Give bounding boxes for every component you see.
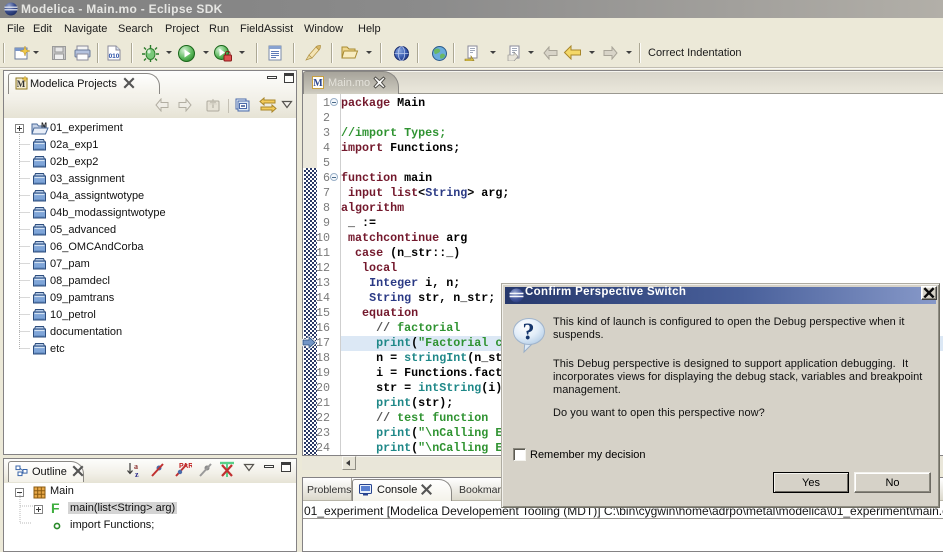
- svg-text:z: z: [135, 470, 139, 478]
- svg-text:M: M: [41, 123, 47, 130]
- svg-text:?: ?: [523, 320, 535, 346]
- svg-text:010: 010: [109, 53, 120, 60]
- svg-text:M: M: [313, 78, 323, 89]
